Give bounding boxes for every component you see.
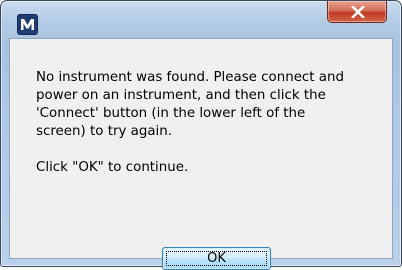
ok-button-label: OK <box>207 251 226 266</box>
title-bar[interactable] <box>1 1 401 38</box>
dialog-window: No instrument was found. Please connect … <box>0 0 402 270</box>
close-icon <box>351 6 365 18</box>
app-icon <box>18 15 37 34</box>
m-letter-icon <box>21 19 34 30</box>
dialog-body: No instrument was found. Please connect … <box>9 38 393 270</box>
error-message: No instrument was found. Please connect … <box>36 70 344 175</box>
close-button[interactable] <box>327 1 387 23</box>
